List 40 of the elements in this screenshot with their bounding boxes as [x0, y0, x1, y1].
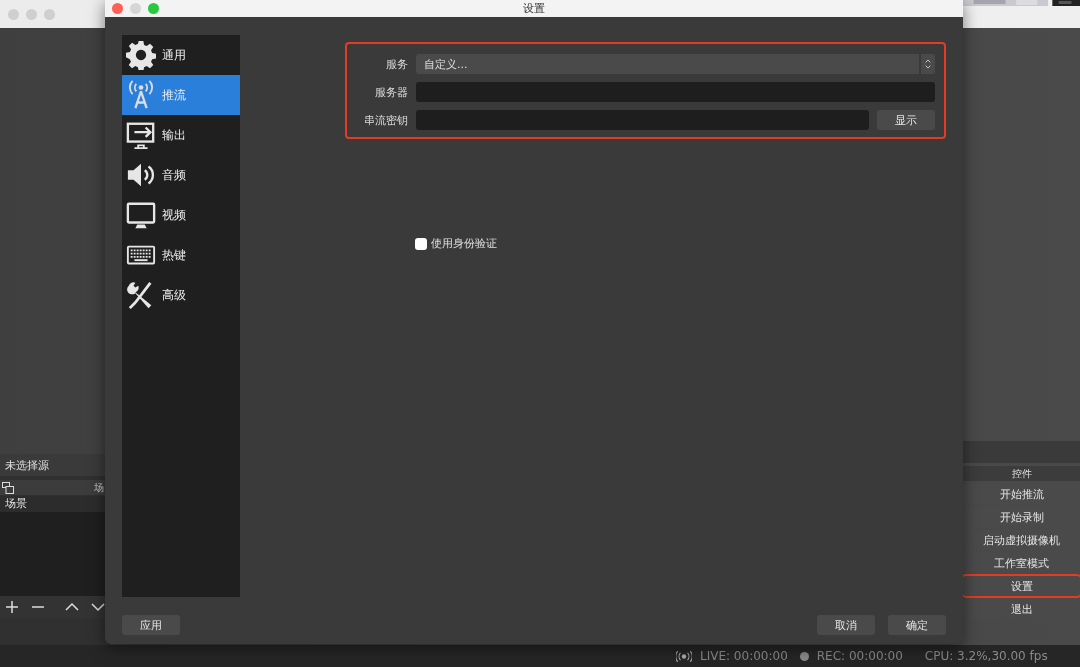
move-down-icon[interactable]: [91, 600, 105, 614]
zoom-button[interactable]: [44, 8, 55, 20]
sidebar-item[interactable]: 高级: [122, 275, 240, 315]
rec-time: REC: 00:00:00: [816, 649, 903, 663]
field-label: 服务器: [374, 84, 408, 100]
add-icon[interactable]: [5, 600, 19, 614]
server-field[interactable]: [416, 82, 935, 102]
show-button[interactable]: 显示: [877, 110, 935, 130]
checkbox[interactable]: [415, 237, 427, 250]
ok-button[interactable]: 确定: [888, 615, 946, 635]
cpu-usage: CPU: 3.2%,30.00 fps: [924, 649, 1048, 663]
apply-button[interactable]: 应用: [122, 615, 180, 635]
sidebar-item[interactable]: 音频: [122, 155, 240, 195]
sidebar-item[interactable]: 输出: [122, 115, 240, 155]
field-label: 串流密钥: [363, 112, 408, 128]
monitor-arrow-icon: [126, 120, 156, 150]
record-dot-icon: [799, 651, 809, 661]
sidebar-item[interactable]: 热键: [122, 235, 240, 275]
checkbox-label: 使用身份验证: [431, 236, 497, 251]
stream-key-field[interactable]: [416, 110, 869, 130]
highlighted-button[interactable]: 设置: [963, 576, 1080, 596]
sidebar-item[interactable]: 视频: [122, 195, 240, 235]
minimize-button[interactable]: [130, 3, 141, 14]
sidebar-item[interactable]: 推流: [122, 75, 240, 115]
monitor-icon: [126, 200, 156, 230]
field-label: 服务: [385, 56, 408, 72]
broadcast-icon: [676, 650, 692, 662]
column-header: 场: [94, 480, 104, 495]
zoom-button[interactable]: [148, 3, 159, 14]
close-button[interactable]: [8, 8, 19, 20]
gear-icon: [126, 40, 156, 70]
live-time: LIVE: 00:00:00: [700, 649, 788, 663]
window-title: 设置: [523, 1, 545, 16]
cancel-button[interactable]: 取消: [817, 615, 875, 635]
antenna-icon: [126, 80, 156, 110]
sidebar-item[interactable]: 通用: [122, 35, 240, 75]
close-button[interactable]: [112, 3, 123, 14]
controls-header: 控件: [963, 466, 1080, 481]
minimize-button[interactable]: [26, 8, 37, 20]
service-select[interactable]: 自定义...: [416, 54, 935, 74]
